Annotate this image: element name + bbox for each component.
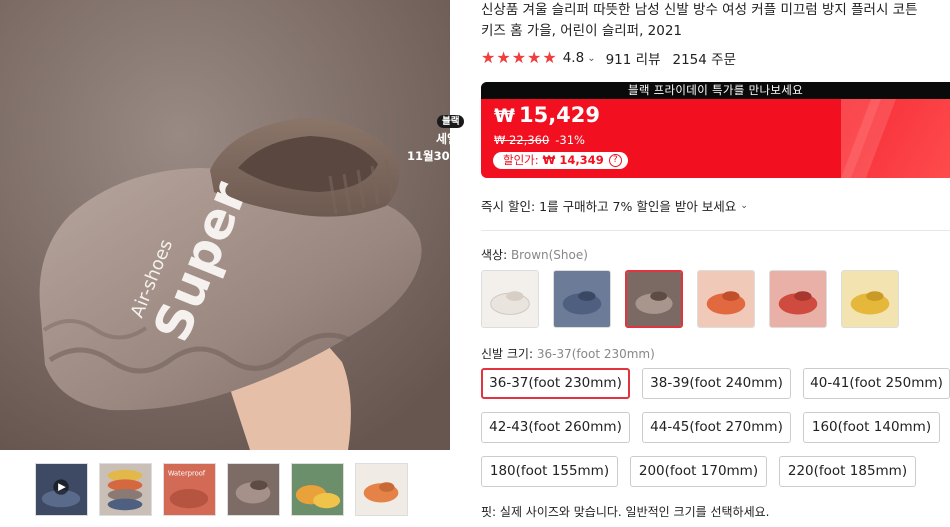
thumbnail-strip: Waterproof bbox=[35, 463, 408, 516]
star-icon: ★ bbox=[496, 48, 511, 67]
question-icon[interactable]: ? bbox=[608, 154, 622, 167]
price-value: 15,429 bbox=[518, 103, 601, 127]
rating-score[interactable]: 4.8 bbox=[563, 50, 584, 66]
star-icon: ★ bbox=[542, 48, 557, 67]
color-swatch-brown[interactable] bbox=[625, 270, 683, 328]
size-option[interactable]: 44-45(foot 270mm) bbox=[642, 412, 791, 443]
promo-side-panel bbox=[841, 99, 950, 178]
color-swatch-red[interactable] bbox=[769, 270, 827, 328]
thumbnail-2[interactable] bbox=[99, 463, 152, 516]
bulk-discount[interactable]: 즉시 할인: 1를 구매하고 7% 할인을 받아 보세요 ⌄ bbox=[481, 196, 748, 215]
promo-date-text: 11월30일 마 bbox=[407, 149, 475, 163]
old-price-value: ₩ 22,360 bbox=[494, 133, 550, 147]
size-option[interactable]: 220(foot 185mm) bbox=[779, 456, 916, 487]
chevron-down-icon: ⌄ bbox=[740, 200, 748, 211]
promo-sale-text: 세일 미 bbox=[436, 132, 474, 146]
product-title: 신상품 겨울 슬리퍼 따뜻한 남성 신발 방수 여성 커플 미끄럼 방지 플러시… bbox=[481, 0, 950, 42]
thumbnail-caption: Waterproof bbox=[168, 470, 206, 478]
star-icon: ★ bbox=[527, 48, 542, 67]
discount-percent: -31% bbox=[555, 133, 585, 147]
size-option[interactable]: 38-39(foot 240mm) bbox=[642, 368, 791, 399]
thumbnail-5[interactable] bbox=[291, 463, 344, 516]
promo-badge: 블랙 bbox=[437, 115, 465, 128]
thumbnail-6[interactable] bbox=[355, 463, 408, 516]
color-swatch-yellow[interactable] bbox=[841, 270, 899, 328]
star-icon: ★ bbox=[511, 48, 527, 67]
size-option[interactable]: 36-37(foot 230mm) bbox=[481, 368, 630, 399]
review-count[interactable]: 911 리뷰 bbox=[606, 48, 661, 68]
coupon-price: ₩ 14,349 bbox=[542, 153, 604, 167]
size-option[interactable]: 40-41(foot 250mm) bbox=[803, 368, 950, 399]
thumbnail-3[interactable]: Waterproof bbox=[163, 463, 216, 516]
color-swatches bbox=[481, 270, 899, 328]
thumbnail-4[interactable] bbox=[227, 463, 280, 516]
rating-stars: ★ ★ ★ ★ ★ bbox=[481, 50, 557, 66]
size-option[interactable]: 42-43(foot 260mm) bbox=[481, 412, 630, 443]
coupon-price-pill[interactable]: 할인가: ₩ 14,349 ? bbox=[493, 152, 628, 169]
coupon-label: 할인가: bbox=[503, 153, 539, 167]
star-icon: ★ bbox=[481, 48, 496, 67]
order-count: 2154 주문 bbox=[672, 52, 737, 68]
chevron-down-icon[interactable]: ⌄ bbox=[587, 53, 595, 64]
color-selected: Brown(Shoe) bbox=[510, 248, 588, 262]
main-product-image[interactable]: Super Air-shoes bbox=[0, 0, 450, 450]
color-swatch-orange-red[interactable] bbox=[697, 270, 755, 328]
size-option[interactable]: 160(foot 140mm) bbox=[803, 412, 940, 443]
product-info: 신상품 겨울 슬리퍼 따뜻한 남성 신발 방수 여성 커플 미끄럼 방지 플러시… bbox=[481, 0, 950, 527]
product-title-line1: 신상품 겨울 슬리퍼 따뜻한 남성 신발 방수 여성 커플 미끄럼 방지 플러시… bbox=[481, 2, 918, 18]
color-label: 색상: Brown(Shoe) bbox=[481, 246, 588, 263]
current-price: ₩15,429 bbox=[494, 103, 600, 127]
color-swatch-white[interactable] bbox=[481, 270, 539, 328]
size-option[interactable]: 180(foot 155mm) bbox=[481, 456, 618, 487]
fit-note: 핏: 실제 사이즈와 맞습니다. 일반적인 크기를 선택하세요. bbox=[481, 505, 770, 519]
size-option[interactable]: 200(foot 170mm) bbox=[630, 456, 767, 487]
promo-banner-heading: 블랙 프라이데이 특가를 만나보세요 bbox=[481, 82, 950, 99]
bulk-discount-text: 즉시 할인: 1를 구매하고 7% 할인을 받아 보세요 bbox=[481, 199, 737, 214]
rating-row: ★ ★ ★ ★ ★ 4.8 ⌄ 911 리뷰 2154 주문 bbox=[481, 48, 737, 69]
size-selected: 36-37(foot 230mm) bbox=[536, 347, 655, 361]
divider bbox=[481, 230, 950, 231]
size-label-text: 신발 크기: bbox=[481, 347, 534, 361]
size-label: 신발 크기: 36-37(foot 230mm) bbox=[481, 345, 655, 362]
thumbnail-1[interactable] bbox=[35, 463, 88, 516]
currency-symbol: ₩ bbox=[494, 105, 515, 127]
color-label-text: 색상: bbox=[481, 248, 508, 262]
slipper-illustration: Super Air-shoes bbox=[0, 0, 450, 450]
color-swatch-blue[interactable] bbox=[553, 270, 611, 328]
original-price: ₩ 22,360 -31% bbox=[494, 133, 585, 147]
product-title-line2: 키즈 홈 가을, 어린이 슬리퍼, 2021 bbox=[481, 23, 683, 39]
